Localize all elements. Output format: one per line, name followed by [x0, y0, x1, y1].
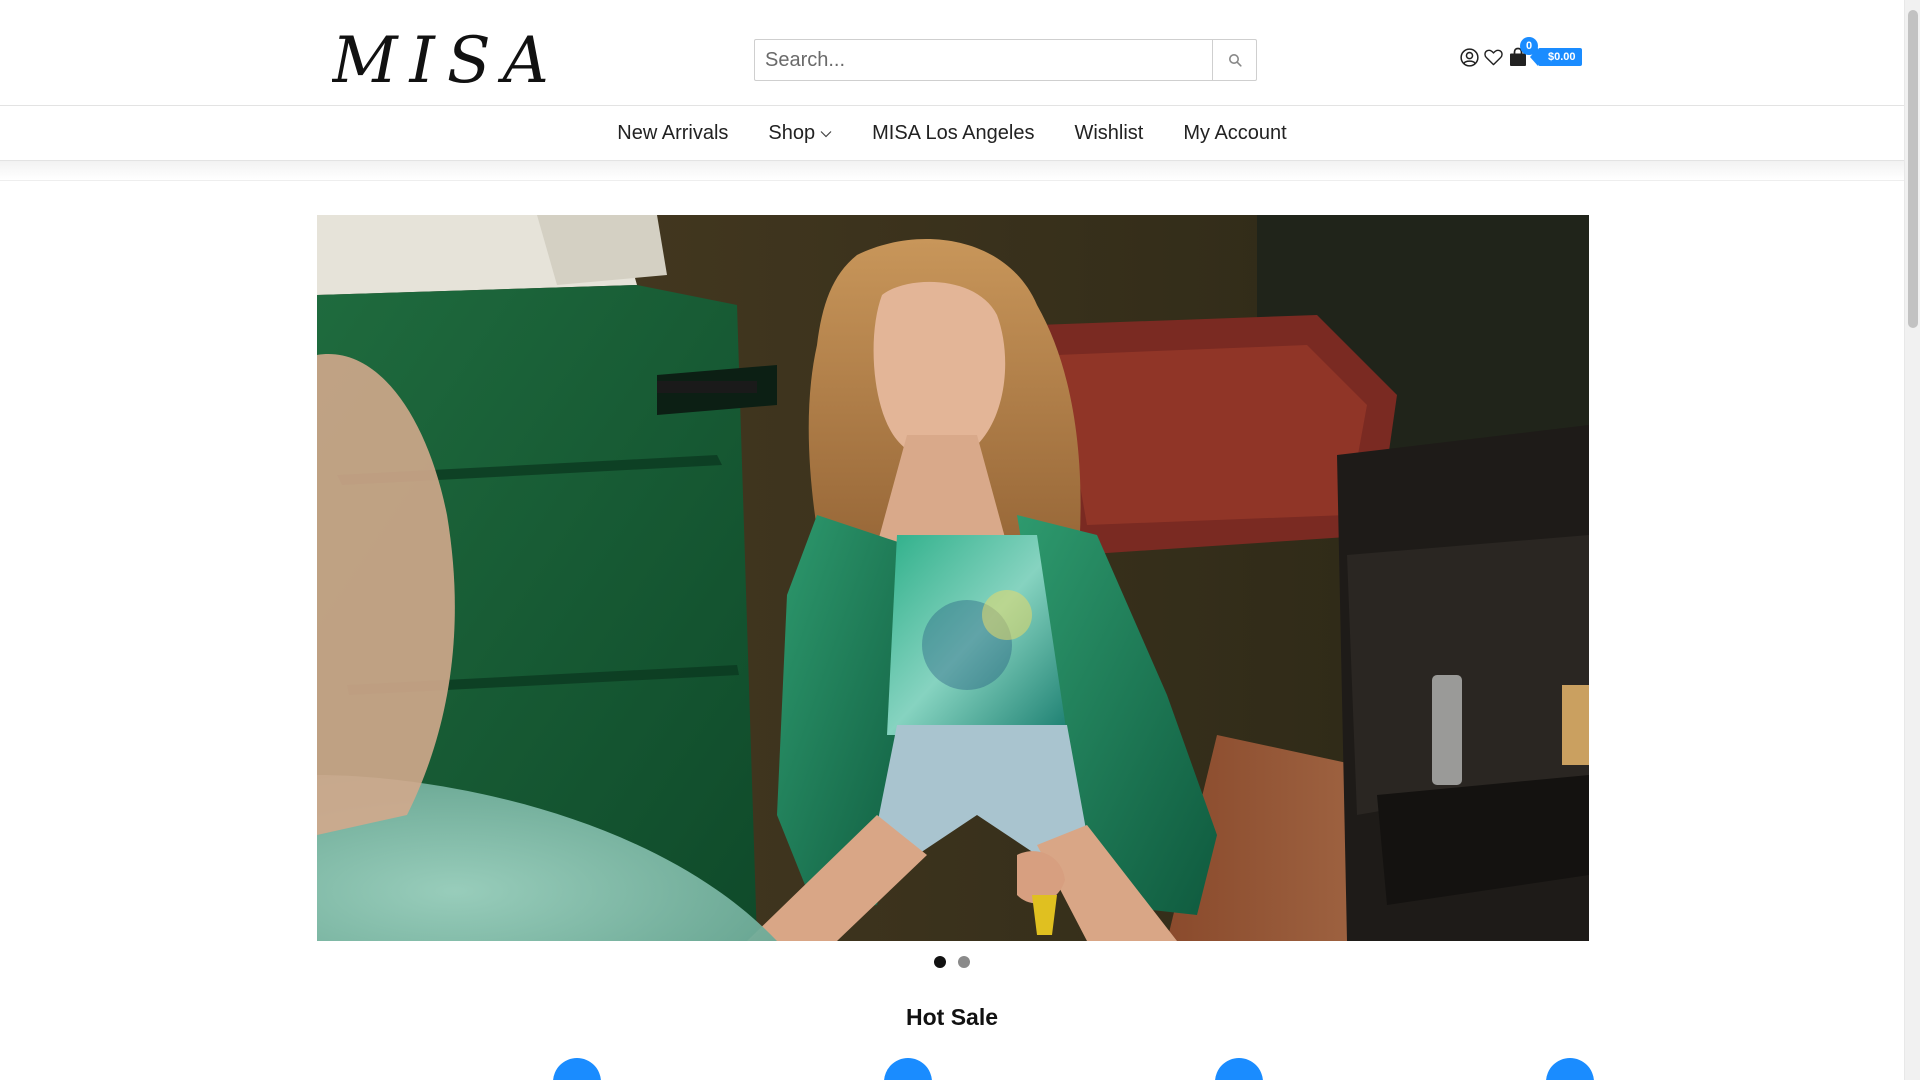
nav-item-label: Wishlist — [1074, 122, 1144, 144]
account-button[interactable] — [1458, 46, 1480, 68]
product-action-button[interactable] — [553, 1058, 601, 1080]
nav-item-wishlist[interactable]: Wishlist — [1074, 122, 1143, 145]
page: MISA Search... 0 $0.00 New Arrivals Shop… — [0, 0, 1904, 1080]
section-title: Hot Sale — [905, 1004, 999, 1030]
heart-icon — [1483, 49, 1503, 65]
wishlist-button[interactable] — [1482, 46, 1504, 68]
product-action-button[interactable] — [884, 1058, 932, 1080]
nav-item-my-account[interactable]: My Account — [1183, 122, 1286, 145]
slider-dot-1[interactable] — [934, 956, 946, 968]
nav-item-label: New Arrivals — [617, 122, 729, 144]
nav-item-new-arrivals[interactable]: New Arrivals — [617, 122, 728, 145]
search-button[interactable] — [1212, 40, 1256, 80]
chevron-down-icon — [820, 130, 832, 137]
search-form — [754, 39, 1257, 81]
site-header: MISA Search... 0 $0.00 — [0, 0, 1904, 106]
nav-item-label: Shop — [768, 122, 816, 144]
nav-item-shop[interactable]: Shop — [768, 122, 832, 145]
search-icon — [1228, 54, 1242, 67]
scrollbar-thumb[interactable] — [1908, 10, 1918, 328]
search-input[interactable] — [755, 40, 1212, 80]
product-action-button[interactable] — [1546, 1058, 1594, 1080]
user-icon — [1459, 47, 1479, 67]
nav-divider — [0, 161, 1904, 181]
nav-item-label: MISA Los Angeles — [872, 122, 1035, 144]
header-actions: 0 $0.00 — [1458, 37, 1582, 70]
product-row — [0, 1058, 1904, 1080]
logo-text: MISA — [332, 30, 561, 86]
cart-total-badge: $0.00 — [1530, 48, 1582, 66]
slider-dot-2[interactable] — [958, 956, 970, 968]
nav-item-misa-los-angeles[interactable]: MISA Los Angeles — [872, 122, 1034, 145]
slider-dots — [0, 956, 1904, 968]
product-action-button[interactable] — [1215, 1058, 1263, 1080]
page-scrollbar[interactable] — [1904, 0, 1920, 1080]
main-nav: New Arrivals Shop MISA Los Angeles Wishl… — [0, 107, 1904, 161]
hero-image — [317, 215, 1589, 941]
site-logo[interactable]: MISA — [332, 30, 578, 86]
nav-item-label: My Account — [1183, 122, 1287, 144]
hero-slider[interactable] — [317, 215, 1589, 941]
cart-button[interactable]: 0 $0.00 — [1508, 37, 1582, 67]
